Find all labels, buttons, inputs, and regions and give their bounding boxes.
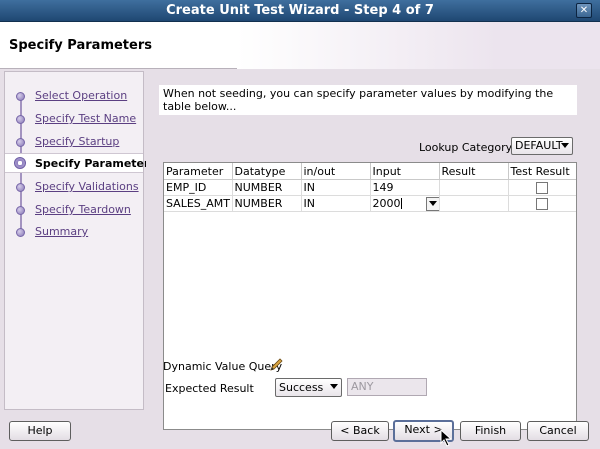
step-label[interactable]: Summary bbox=[35, 225, 88, 238]
lookup-category-select[interactable]: DEFAULT bbox=[511, 137, 573, 155]
chevron-down-icon bbox=[330, 384, 338, 389]
step-summary[interactable]: Summary bbox=[5, 222, 143, 242]
cell-result[interactable] bbox=[439, 195, 509, 212]
step-dot-icon bbox=[16, 183, 25, 192]
column-header-test-result[interactable]: Test Result bbox=[508, 163, 576, 180]
step-specify-parameters[interactable]: Specify Parameters bbox=[5, 153, 156, 173]
close-icon: ✕ bbox=[579, 5, 589, 16]
step-label[interactable]: Specify Startup bbox=[35, 135, 119, 148]
step-dot-icon bbox=[16, 138, 25, 147]
expected-result-select[interactable]: Success bbox=[275, 378, 342, 397]
cell-inout: IN bbox=[301, 179, 371, 196]
table-row[interactable]: SALES_AMT NUMBER IN 2000 bbox=[164, 195, 576, 212]
step-label[interactable]: Select Operation bbox=[35, 89, 127, 102]
cell-parameter: SALES_AMT bbox=[164, 195, 233, 212]
step-specify-startup[interactable]: Specify Startup bbox=[5, 132, 143, 152]
close-window-button[interactable]: ✕ bbox=[576, 3, 592, 18]
step-select-operation[interactable]: Select Operation bbox=[5, 86, 143, 106]
expected-result-label: Expected Result bbox=[165, 382, 254, 395]
page-title: Specify Parameters bbox=[9, 38, 152, 53]
step-dot-icon bbox=[16, 228, 25, 237]
table-header-row: Parameter Datatype in/out Input Result T… bbox=[164, 163, 576, 180]
column-header-datatype[interactable]: Datatype bbox=[232, 163, 302, 180]
chevron-down-icon[interactable] bbox=[425, 196, 438, 211]
lookup-category-label: Lookup Category bbox=[419, 141, 513, 154]
intro-text: When not seeding, you can specify parame… bbox=[159, 85, 577, 115]
cell-test-result bbox=[508, 195, 576, 212]
step-specify-teardown[interactable]: Specify Teardown bbox=[5, 200, 143, 220]
input-value[interactable]: 2000 bbox=[373, 197, 401, 210]
column-header-input[interactable]: Input bbox=[370, 163, 440, 180]
cell-parameter: EMP_ID bbox=[164, 179, 233, 196]
cell-datatype: NUMBER bbox=[232, 195, 302, 212]
cell-input[interactable]: 149 bbox=[370, 179, 440, 196]
cell-result[interactable] bbox=[439, 179, 509, 196]
cancel-button[interactable]: Cancel bbox=[527, 421, 589, 441]
step-specify-test-name[interactable]: Specify Test Name bbox=[5, 109, 143, 129]
step-label[interactable]: Specify Parameters bbox=[35, 157, 156, 170]
help-button[interactable]: Help bbox=[9, 421, 71, 441]
table-row[interactable]: EMP_ID NUMBER IN 149 bbox=[164, 179, 576, 196]
step-label[interactable]: Specify Teardown bbox=[35, 203, 131, 216]
text-caret bbox=[400, 198, 402, 209]
expected-result-text-field[interactable]: ANY bbox=[347, 378, 427, 396]
header-gradient bbox=[237, 22, 499, 69]
step-label[interactable]: Specify Test Name bbox=[35, 112, 136, 125]
back-button[interactable]: < Back bbox=[331, 421, 389, 441]
wizard-steps-panel: Select Operation Specify Test Name Speci… bbox=[4, 71, 156, 410]
window-title: Create Unit Test Wizard - Step 4 of 7 bbox=[166, 3, 434, 18]
cell-test-result bbox=[508, 179, 576, 196]
test-result-checkbox[interactable] bbox=[536, 198, 549, 210]
chevron-down-icon bbox=[561, 143, 569, 148]
wizard-header: Specify Parameters bbox=[0, 22, 600, 69]
test-result-checkbox[interactable] bbox=[536, 182, 549, 194]
cell-inout: IN bbox=[301, 195, 371, 212]
step-dot-icon bbox=[16, 115, 25, 124]
current-step-icon bbox=[14, 157, 26, 169]
wizard-content: When not seeding, you can specify parame… bbox=[146, 71, 596, 430]
finish-button[interactable]: Finish bbox=[460, 421, 521, 441]
dynamic-value-query-label: Dynamic Value Query bbox=[163, 360, 283, 373]
cell-input-editing[interactable]: 2000 bbox=[370, 195, 440, 212]
lookup-category-value: DEFAULT bbox=[515, 139, 563, 152]
column-header-result[interactable]: Result bbox=[439, 163, 509, 180]
header-tint bbox=[499, 22, 600, 69]
mouse-pointer-icon bbox=[440, 429, 453, 447]
column-header-inout[interactable]: in/out bbox=[301, 163, 371, 180]
step-specify-validations[interactable]: Specify Validations bbox=[5, 177, 143, 197]
column-header-parameter[interactable]: Parameter bbox=[164, 163, 233, 180]
window-title-bar[interactable]: Create Unit Test Wizard - Step 4 of 7 ✕ bbox=[0, 0, 600, 22]
step-label[interactable]: Specify Validations bbox=[35, 180, 139, 193]
pencil-icon[interactable] bbox=[269, 357, 284, 372]
step-dot-icon bbox=[16, 206, 25, 215]
cell-datatype: NUMBER bbox=[232, 179, 302, 196]
step-dot-icon bbox=[16, 92, 25, 101]
expected-result-value: Success bbox=[279, 381, 324, 394]
